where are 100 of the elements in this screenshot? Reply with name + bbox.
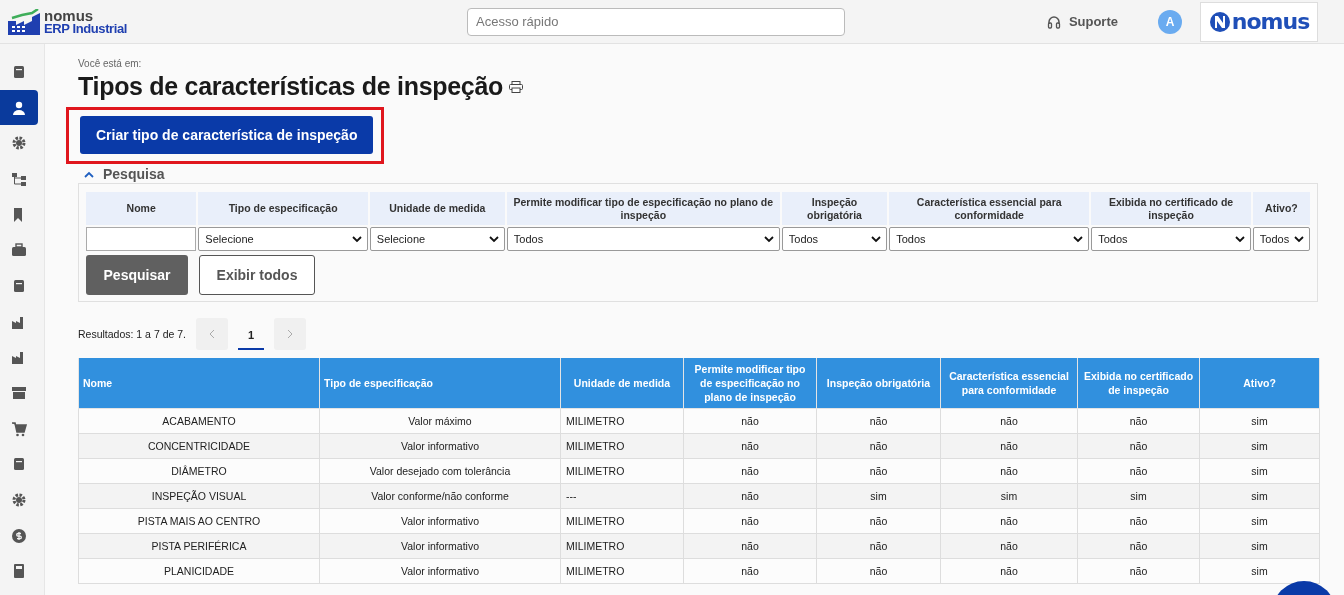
results-summary: Resultados: 1 a 7 de 7. <box>78 328 186 340</box>
quick-access-field[interactable]: Acesso rápido <box>467 7 845 36</box>
table-cell: sim <box>816 483 941 509</box>
name-field[interactable] <box>86 227 197 251</box>
caret-icon <box>488 235 499 243</box>
table-cell: PISTA PERIFÉRICA <box>78 533 320 559</box>
briefcase-icon <box>11 242 27 259</box>
logo-name: nomus <box>44 8 95 22</box>
table-cell: PLANICIDADE <box>78 558 320 584</box>
table-cell: não <box>816 458 941 484</box>
table-cell: --- <box>560 483 684 509</box>
table-cell: MILIMETRO <box>560 458 684 484</box>
page-tab[interactable]: 1 <box>238 318 264 350</box>
table-cell: Valor máximo <box>319 408 561 434</box>
show-all-button[interactable]: Exibir todos <box>199 255 315 295</box>
filter-select[interactable]: Todos <box>1252 227 1310 251</box>
calculator-icon <box>11 563 27 580</box>
table-cell: não <box>940 433 1078 459</box>
table-cell: MILIMETRO <box>560 408 684 434</box>
factory-logo-icon <box>8 8 42 35</box>
table-cell: Valor informativo <box>319 508 561 534</box>
gears-icon <box>11 492 27 509</box>
chevron-left-icon <box>209 329 215 339</box>
book-icon <box>11 63 27 80</box>
person-icon <box>11 99 27 116</box>
table-cell: não <box>1077 433 1200 459</box>
filter-label: Ativo? <box>1252 192 1310 225</box>
brand-logo: nomus <box>1200 1 1318 42</box>
filter-select[interactable]: Todos <box>506 227 780 251</box>
caret-icon <box>351 235 362 243</box>
page-title: Tipos de características de inspeção <box>78 72 504 101</box>
table-cell: Valor informativo <box>319 558 561 584</box>
filter-select[interactable]: Todos <box>1091 227 1251 251</box>
table-cell: sim <box>1199 508 1320 534</box>
table-cell: não <box>1077 458 1200 484</box>
caret-icon <box>1294 235 1304 243</box>
tree-icon <box>11 170 27 187</box>
table-cell: INSPEÇÃO VISUAL <box>78 483 320 509</box>
table-cell: ACABAMENTO <box>78 408 320 434</box>
table-cell: MILIMETRO <box>560 433 684 459</box>
table-cell: sim <box>1199 458 1320 484</box>
table-cell: não <box>683 533 817 559</box>
table-cell: não <box>816 433 941 459</box>
dollar-icon <box>11 527 27 544</box>
gear-icon <box>11 135 27 152</box>
document-icon <box>11 277 27 294</box>
table-cell: não <box>940 408 1078 434</box>
table-cell: sim <box>1077 483 1200 509</box>
table-cell: MILIMETRO <box>560 558 684 584</box>
sidebar-item[interactable] <box>0 89 38 126</box>
table-cell: não <box>1077 508 1200 534</box>
filter-label: Exibida no certificado de inspeção <box>1091 192 1251 225</box>
table-cell: sim <box>1199 408 1320 434</box>
search-panel-toggle[interactable]: Pesquisa <box>78 165 165 183</box>
filter-select[interactable]: Selecione <box>369 227 505 251</box>
table-cell: sim <box>1199 483 1320 509</box>
archive-icon <box>11 385 27 402</box>
table-cell: não <box>816 533 941 559</box>
support-link[interactable]: Suporte <box>1046 14 1118 29</box>
filter-label: Nome <box>86 192 197 225</box>
table-cell: PISTA MAIS AO CENTRO <box>78 508 320 534</box>
table-cell: não <box>683 458 817 484</box>
filter-select[interactable]: Todos <box>781 227 888 251</box>
table-cell: não <box>816 558 941 584</box>
table-cell: sim <box>1199 533 1320 559</box>
caret-icon <box>1234 235 1245 243</box>
filter-select[interactable]: Selecione <box>198 227 368 251</box>
caret-icon <box>871 235 882 243</box>
table-cell: sim <box>940 483 1078 509</box>
table-cell: não <box>1077 408 1200 434</box>
table-cell: não <box>683 433 817 459</box>
caret-icon <box>1073 235 1084 243</box>
table-cell: não <box>940 533 1078 559</box>
filter-label: Unidade de medida <box>369 192 505 225</box>
breadcrumb-label: Você está em: <box>78 58 143 69</box>
table-cell: não <box>683 483 817 509</box>
table-cell: não <box>683 508 817 534</box>
table-cell: MILIMETRO <box>560 508 684 534</box>
table-cell: não <box>940 458 1078 484</box>
table-cell: DIÂMETRO <box>78 458 320 484</box>
create-button[interactable]: Criar tipo de característica de inspeção <box>80 116 374 154</box>
table-cell: não <box>683 408 817 434</box>
filter-label: Característica essencial para conformidade <box>889 192 1090 225</box>
filter-label: Inspeção obrigatória <box>781 192 888 225</box>
table-cell: não <box>1077 533 1200 559</box>
filter-label: Permite modificar tipo de especificação no plano de inspeção <box>506 192 780 225</box>
chevron-icon <box>84 170 94 178</box>
cart-icon <box>11 420 27 437</box>
caret-icon <box>763 235 774 243</box>
table-cell: Valor informativo <box>319 533 561 559</box>
table-cell: Valor conforme/não conforme <box>319 483 561 509</box>
chevron-right-icon <box>287 329 293 339</box>
filter-select[interactable]: Todos <box>889 227 1090 251</box>
search-button[interactable]: Pesquisar <box>86 255 188 295</box>
table-cell: sim <box>1199 433 1320 459</box>
table-cell: não <box>1077 558 1200 584</box>
table-cell: não <box>940 508 1078 534</box>
table-cell: não <box>816 408 941 434</box>
print-icon[interactable] <box>509 80 524 93</box>
table-cell: não <box>940 558 1078 584</box>
